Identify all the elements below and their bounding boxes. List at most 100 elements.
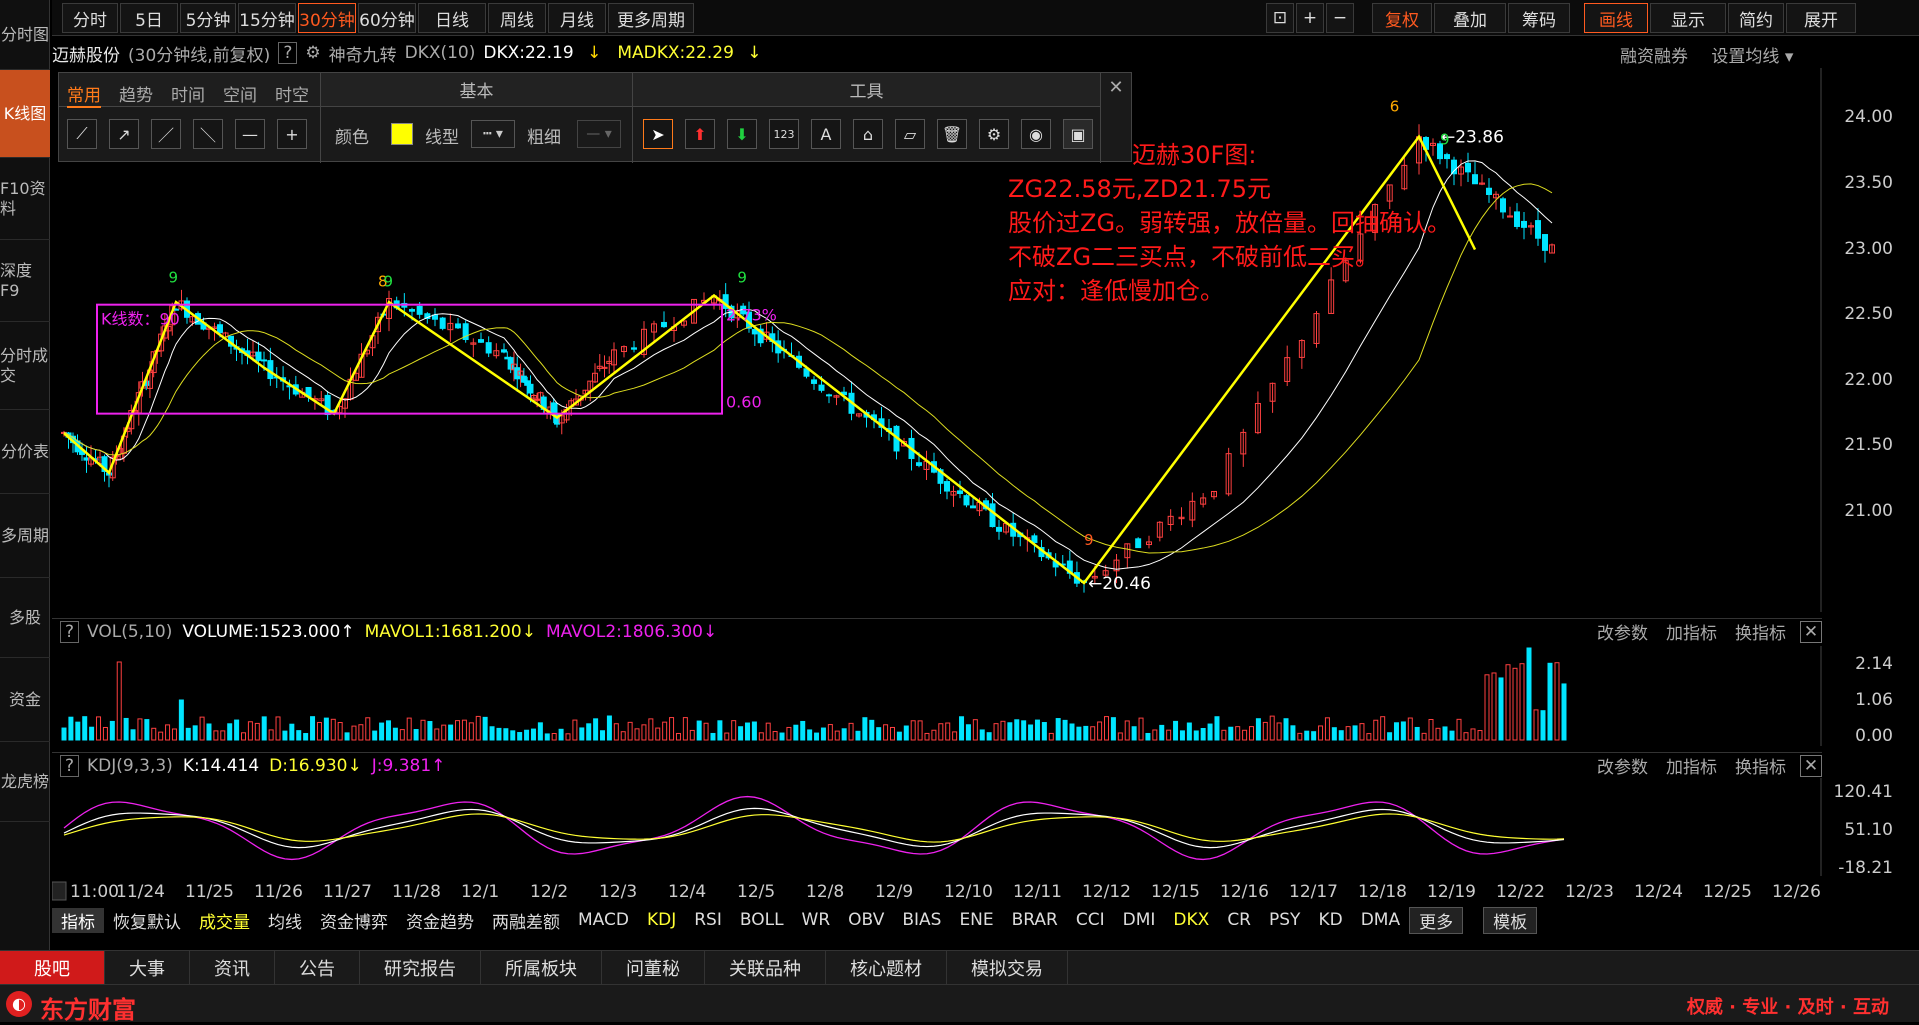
- left-nav-6[interactable]: 多周期: [0, 494, 50, 578]
- tab-spacetime[interactable]: 时空: [275, 81, 309, 106]
- text-icon[interactable]: A: [811, 119, 841, 149]
- gear-icon[interactable]: ⚙: [305, 43, 320, 63]
- period-8[interactable]: 月线: [548, 3, 606, 33]
- indicator-tab-5[interactable]: 资金趋势: [397, 908, 483, 933]
- period-1[interactable]: 5日: [120, 3, 178, 33]
- indicator-tab-2[interactable]: 成交量: [190, 908, 259, 933]
- indicator-tab-1[interactable]: 恢复默认: [104, 908, 190, 933]
- footer-tab-3[interactable]: 公告: [275, 950, 360, 985]
- tab-space[interactable]: 空间: [223, 81, 257, 106]
- tab-time[interactable]: 时间: [171, 81, 205, 106]
- pointer-icon[interactable]: ➤: [643, 119, 673, 149]
- left-nav-4[interactable]: 分时成交: [0, 322, 50, 410]
- trash-icon[interactable]: 🗑: [937, 119, 967, 149]
- tab-common[interactable]: 常用: [67, 81, 101, 108]
- eraser-icon[interactable]: ▱: [895, 119, 925, 149]
- indicator-tab-19[interactable]: CR: [1218, 910, 1260, 930]
- arrow-line-icon[interactable]: ↗: [109, 119, 139, 149]
- indicator-tab-7[interactable]: MACD: [569, 910, 638, 930]
- settings-icon[interactable]: ⚙: [979, 119, 1009, 149]
- toolbar-right-1[interactable]: 叠加: [1434, 3, 1506, 33]
- indicator-tab-17[interactable]: DMI: [1114, 910, 1165, 930]
- footer-tab-6[interactable]: 问董秘: [602, 950, 705, 985]
- indicator-tab-3[interactable]: 均线: [259, 908, 311, 933]
- up-arrow-icon[interactable]: ⬆: [685, 119, 715, 149]
- line-style-select[interactable]: ┅ ▾: [471, 120, 515, 148]
- toolbar-right-6[interactable]: 展开: [1786, 3, 1856, 33]
- close-icon[interactable]: ✕: [1800, 620, 1822, 643]
- set-ma-link[interactable]: 设置均线: [1711, 47, 1779, 67]
- vol-switch-indicator[interactable]: 换指标: [1735, 619, 1786, 644]
- segment-line-icon[interactable]: ⟋: [67, 119, 97, 149]
- kdj-switch-indicator[interactable]: 换指标: [1735, 753, 1786, 778]
- period-0[interactable]: 分时: [62, 3, 118, 33]
- indicator-tab-21[interactable]: KD: [1309, 910, 1351, 930]
- kdj-add-indicator[interactable]: 加指标: [1666, 753, 1717, 778]
- vol-add-indicator[interactable]: 加指标: [1666, 619, 1717, 644]
- footer-tab-0[interactable]: 股吧: [0, 950, 105, 985]
- indicator-tab-15[interactable]: BRAR: [1003, 910, 1067, 930]
- period-7[interactable]: 周线: [488, 3, 546, 33]
- indicator-name[interactable]: 神奇九转: [329, 41, 397, 66]
- color-swatch[interactable]: [391, 123, 413, 145]
- margin-trading-link[interactable]: 融资融券: [1620, 47, 1688, 67]
- period-5[interactable]: 60分钟: [358, 3, 416, 33]
- volume-chart[interactable]: [52, 646, 1822, 746]
- indicator-tab-9[interactable]: RSI: [685, 910, 731, 930]
- footer-tab-4[interactable]: 研究报告: [360, 950, 481, 985]
- footer-tab-1[interactable]: 大事: [105, 950, 190, 985]
- footer-tab-8[interactable]: 核心题材: [826, 950, 947, 985]
- indicator-tab-16[interactable]: CCI: [1067, 910, 1114, 930]
- left-nav-8[interactable]: 资金: [0, 658, 50, 742]
- footer-tab-5[interactable]: 所属板块: [481, 950, 602, 985]
- scroll-left-icon[interactable]: [52, 881, 67, 901]
- toolbar-right-4[interactable]: 显示: [1650, 3, 1726, 33]
- period-9[interactable]: 更多周期: [608, 3, 694, 33]
- vol-edit-params[interactable]: 改参数: [1597, 619, 1648, 644]
- plus-icon[interactable]: +: [1296, 3, 1324, 33]
- indicator-tab-13[interactable]: BIAS: [893, 910, 950, 930]
- help-icon[interactable]: ?: [60, 754, 80, 777]
- indicator-tab-10[interactable]: BOLL: [731, 910, 793, 930]
- left-nav-2[interactable]: F10资料: [0, 158, 50, 240]
- help-icon[interactable]: ?: [60, 620, 80, 643]
- help-icon[interactable]: ?: [278, 42, 298, 64]
- stock-name[interactable]: 迈赫股份: [52, 41, 120, 66]
- down-line-icon[interactable]: ＼: [193, 119, 223, 149]
- period-4[interactable]: 30分钟: [298, 3, 356, 33]
- indicator-tab-12[interactable]: OBV: [839, 910, 893, 930]
- tag-icon[interactable]: ⌂: [853, 119, 883, 149]
- down-arrow-icon[interactable]: ⬇: [727, 119, 757, 149]
- left-nav-7[interactable]: 多股: [0, 578, 50, 658]
- kdj-chart[interactable]: [52, 778, 1822, 876]
- toolbar-right-5[interactable]: 简约: [1728, 3, 1784, 33]
- close-icon[interactable]: ✕: [1105, 77, 1127, 99]
- footer-tab-7[interactable]: 关联品种: [705, 950, 826, 985]
- minus-icon[interactable]: −: [1326, 3, 1354, 33]
- close-icon[interactable]: ✕: [1800, 754, 1822, 777]
- number-icon[interactable]: 123: [769, 119, 799, 149]
- indicator-tab-22[interactable]: DMA: [1352, 910, 1409, 930]
- date-axis[interactable]: 11:0011/24 11/25 11/26 11/27 11/28 12/1 12/2 12…: [52, 880, 1822, 904]
- footer-tab-9[interactable]: 模拟交易: [947, 950, 1068, 985]
- left-nav-5[interactable]: 分价表: [0, 410, 50, 494]
- indicator-tab-23[interactable]: 更多: [1409, 906, 1464, 934]
- left-nav-0[interactable]: 分时图: [0, 0, 50, 70]
- tab-trend[interactable]: 趋势: [119, 81, 153, 106]
- indicator-tab-6[interactable]: 两融差额: [483, 908, 569, 933]
- period-6[interactable]: 日线: [418, 3, 486, 33]
- indicator-tab-11[interactable]: WR: [793, 910, 840, 930]
- left-nav-9[interactable]: 龙虎榜: [0, 742, 50, 822]
- toolbar-right-0[interactable]: 复权: [1372, 3, 1432, 33]
- indicator-tab-18[interactable]: DKX: [1164, 910, 1218, 930]
- kdj-edit-params[interactable]: 改参数: [1597, 753, 1648, 778]
- indicator-tab-8[interactable]: KDJ: [638, 910, 685, 930]
- ray-line-icon[interactable]: ／: [151, 119, 181, 149]
- indicator-tab-14[interactable]: ENE: [950, 910, 1002, 930]
- indicator-tab-20[interactable]: PSY: [1260, 910, 1309, 930]
- left-nav-3[interactable]: 深度F9: [0, 240, 50, 322]
- indicator-tab-4[interactable]: 资金博弈: [311, 908, 397, 933]
- lock-icon[interactable]: ⊡: [1266, 3, 1294, 33]
- toolbar-right-2[interactable]: 筹码: [1508, 3, 1570, 33]
- line-width-select[interactable]: — ▾: [577, 120, 621, 148]
